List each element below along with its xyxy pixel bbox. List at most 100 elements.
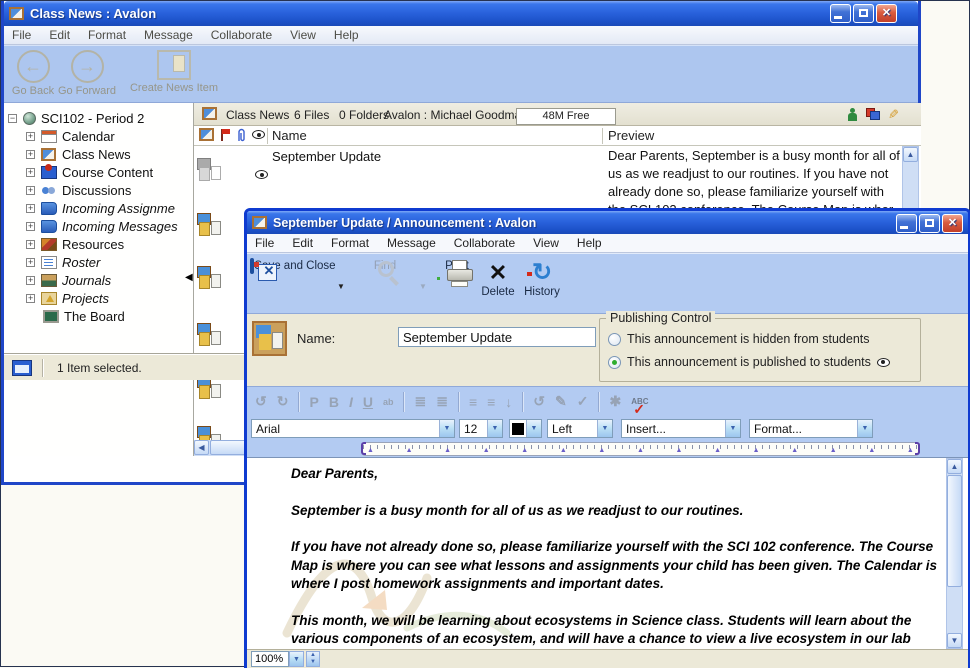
expand-box[interactable]: + xyxy=(26,132,35,141)
history-button[interactable]: ↻ History xyxy=(519,260,565,298)
column-preview[interactable]: Preview xyxy=(608,128,654,143)
delete-button[interactable]: ✕ Delete xyxy=(475,260,521,298)
radio-published-option[interactable]: This announcement is published to studen… xyxy=(608,355,890,369)
expand-box[interactable]: + xyxy=(26,294,35,303)
pane-layout-icon[interactable] xyxy=(12,360,32,376)
ruler[interactable]: ▲▲▲▲▲▲▲▲ ▲▲▲▲▲▲▲ xyxy=(362,442,919,456)
menu-message[interactable]: Message xyxy=(136,26,201,44)
outdent-icon[interactable]: ≣ xyxy=(414,393,426,410)
dropdown-arrow-icon[interactable]: ▼ xyxy=(487,420,502,437)
maximize-button[interactable] xyxy=(853,4,874,23)
name-input[interactable] xyxy=(398,327,596,347)
tree-item-roster[interactable]: + Roster xyxy=(26,253,193,271)
approve-icon[interactable]: ✓ xyxy=(577,393,589,410)
menu-format[interactable]: Format xyxy=(80,26,134,44)
who-is-online-icon[interactable] xyxy=(847,108,857,121)
collapse-box[interactable]: − xyxy=(8,114,17,123)
expand-box[interactable]: + xyxy=(26,150,35,159)
scroll-up-button[interactable]: ▲ xyxy=(903,147,918,162)
pane-splitter-collapse[interactable]: ◀ xyxy=(185,272,193,283)
format-select[interactable]: Format...▼ xyxy=(749,419,873,438)
tree-item-incoming-assignments[interactable]: + Incoming Assignme xyxy=(26,199,193,217)
edit-pencil-icon[interactable]: ✎ xyxy=(884,109,900,120)
tree-item-the-board[interactable]: The Board xyxy=(43,307,193,325)
tree-root-sci102[interactable]: − SCI102 - Period 2 xyxy=(8,109,193,127)
dialog-maximize-button[interactable] xyxy=(919,214,940,233)
spell-check-icon[interactable]: ABC✓ xyxy=(631,397,648,406)
print-button[interactable]: Print xyxy=(437,260,477,272)
tree-item-class-news[interactable]: + Class News xyxy=(26,145,193,163)
radio-unselected-icon[interactable] xyxy=(608,333,621,346)
insert-select[interactable]: Insert...▼ xyxy=(621,419,741,438)
dialog-menu-edit[interactable]: Edit xyxy=(284,234,321,252)
underline-icon[interactable]: U xyxy=(363,394,373,410)
expand-box[interactable]: + xyxy=(26,276,35,285)
list-row-september-update[interactable]: September Update Dear Parents, September… xyxy=(194,146,901,208)
menu-help[interactable]: Help xyxy=(326,26,367,44)
expand-box[interactable]: + xyxy=(26,222,35,231)
tree-item-calendar[interactable]: + Calendar xyxy=(26,127,193,145)
align-center-icon[interactable]: ≡ xyxy=(487,394,495,410)
go-forward-button[interactable]: → Go Forward xyxy=(52,50,122,97)
dialog-menu-format[interactable]: Format xyxy=(323,234,377,252)
dialog-close-button[interactable]: ✕ xyxy=(942,214,963,233)
font-size-select[interactable]: 12▼ xyxy=(459,419,503,438)
view-mode-icon[interactable] xyxy=(866,108,880,121)
announcement-icon[interactable] xyxy=(197,323,221,349)
dropdown-arrow-icon[interactable]: ▼ xyxy=(857,420,872,437)
attachment-column-icon[interactable] xyxy=(236,128,247,143)
dialog-menu-view[interactable]: View xyxy=(525,234,567,252)
minimize-button[interactable] xyxy=(830,4,851,23)
expand-box[interactable]: + xyxy=(26,186,35,195)
announcement-icon[interactable] xyxy=(197,266,221,292)
unread-column-icon[interactable] xyxy=(252,130,265,139)
tree-item-course-content[interactable]: + Course Content xyxy=(26,163,193,181)
menu-collaborate[interactable]: Collaborate xyxy=(203,26,280,44)
dialog-menu-message[interactable]: Message xyxy=(379,234,444,252)
tree-item-discussions[interactable]: + Discussions xyxy=(26,181,193,199)
message-body-editor[interactable]: Dear Parents, September is a busy month … xyxy=(247,457,968,649)
align-left-icon[interactable]: ≡ xyxy=(469,394,477,410)
menu-edit[interactable]: Edit xyxy=(41,26,78,44)
dialog-menu-help[interactable]: Help xyxy=(569,234,610,252)
indent-icon[interactable]: ≣ xyxy=(436,393,448,410)
column-name[interactable]: Name xyxy=(272,128,307,143)
save-options-dropdown[interactable]: ▼ xyxy=(337,282,345,291)
font-family-select[interactable]: Arial▼ xyxy=(251,419,455,438)
ruler-tab-markers[interactable]: ▲▲▲▲▲▲▲▲ ▲▲▲▲▲▲▲ xyxy=(367,446,914,456)
dialog-menu-collaborate[interactable]: Collaborate xyxy=(446,234,523,252)
rotate-icon[interactable]: ↺ xyxy=(533,393,545,410)
menu-file[interactable]: File xyxy=(4,26,39,44)
expand-box[interactable]: + xyxy=(26,204,35,213)
expand-box[interactable]: + xyxy=(26,168,35,177)
dropdown-arrow-icon[interactable]: ▼ xyxy=(439,420,454,437)
save-and-close-button[interactable]: ✕ Save and Close xyxy=(249,260,337,272)
create-news-item-button[interactable]: Create News Item xyxy=(122,50,226,94)
dialog-menu-file[interactable]: File xyxy=(247,234,282,252)
bold-icon[interactable]: B xyxy=(329,394,339,410)
tree-item-journals[interactable]: + Journals xyxy=(26,271,193,289)
body-scroll-down-button[interactable]: ▼ xyxy=(947,633,962,648)
close-button[interactable]: ✕ xyxy=(876,4,897,23)
draw-icon[interactable]: ✎ xyxy=(555,393,567,410)
radio-selected-icon[interactable] xyxy=(608,356,621,369)
redo-icon[interactable]: ↻ xyxy=(277,393,289,410)
undo-icon[interactable]: ↺ xyxy=(255,393,267,410)
tree-item-incoming-messages[interactable]: + Incoming Messages xyxy=(26,217,193,235)
alignment-select[interactable]: Left▼ xyxy=(547,419,613,438)
tree-item-projects[interactable]: + Projects xyxy=(26,289,193,307)
plain-icon[interactable]: P xyxy=(309,394,318,410)
body-scrollbar-thumb[interactable] xyxy=(947,475,962,587)
zoom-spinner[interactable]: ▲▼ xyxy=(306,651,320,667)
main-titlebar[interactable]: Class News : Avalon ✕ xyxy=(4,1,918,26)
line-spacing-icon[interactable]: ↓ xyxy=(505,394,512,410)
subscript-icon[interactable]: ab xyxy=(383,397,394,407)
zoom-dropdown-arrow[interactable]: ▼ xyxy=(289,651,304,667)
font-color-select[interactable]: ▼ xyxy=(509,419,542,438)
tree-item-resources[interactable]: + Resources xyxy=(26,235,193,253)
scroll-left-button[interactable]: ◀ xyxy=(194,440,209,455)
dialog-minimize-button[interactable] xyxy=(896,214,917,233)
dropdown-arrow-icon[interactable]: ▼ xyxy=(526,420,541,437)
body-vertical-scrollbar[interactable]: ▲ ▼ xyxy=(946,458,963,649)
icon-column-icon[interactable] xyxy=(199,128,214,141)
